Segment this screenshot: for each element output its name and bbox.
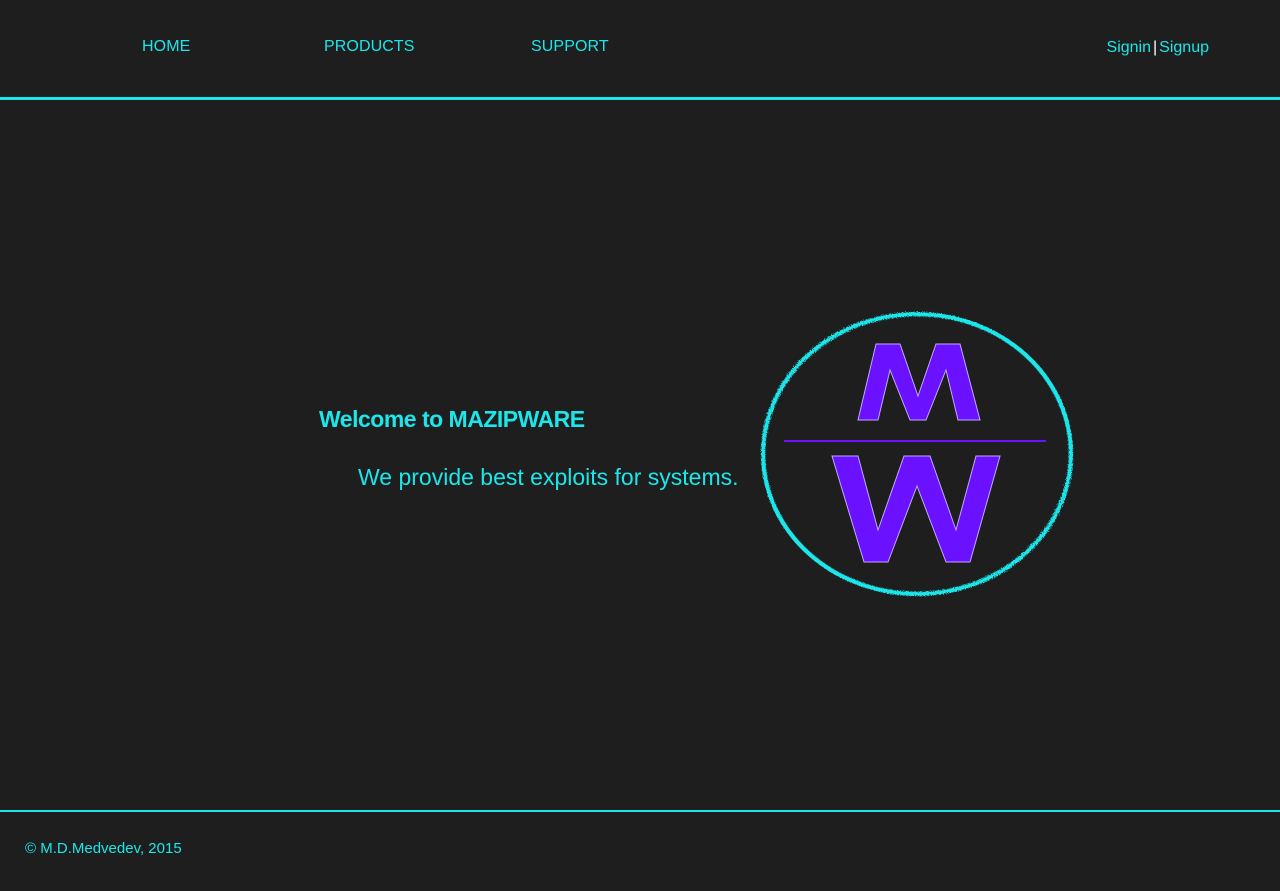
welcome-heading: Welcome to MAZIPWARE — [319, 406, 585, 432]
nav-home-link[interactable]: HOME — [142, 38, 190, 56]
copyright-text: © M.D.Medvedev, 2015 — [25, 840, 182, 857]
logo-m-letter — [857, 343, 981, 421]
logo-ring — [761, 312, 1073, 596]
nav-products-link[interactable]: PRODUCTS — [324, 38, 415, 56]
mw-logo-icon — [761, 312, 1073, 596]
tagline-text: We provide best exploits for systems. — [358, 464, 739, 490]
nav-support-link[interactable]: SUPPORT — [531, 38, 609, 56]
site-header: HOME PRODUCTS SUPPORT Signin | Signup — [0, 0, 1280, 97]
main-content: Welcome to MAZIPWARE We provide best exp… — [0, 100, 1280, 810]
logo-w-letter — [831, 455, 1001, 563]
auth-links: Signin | Signup — [1107, 39, 1209, 57]
signin-link[interactable]: Signin — [1107, 39, 1151, 56]
signup-link[interactable]: Signup — [1159, 39, 1209, 56]
auth-separator: | — [1153, 39, 1158, 56]
site-footer: © M.D.Medvedev, 2015 — [0, 812, 1280, 891]
